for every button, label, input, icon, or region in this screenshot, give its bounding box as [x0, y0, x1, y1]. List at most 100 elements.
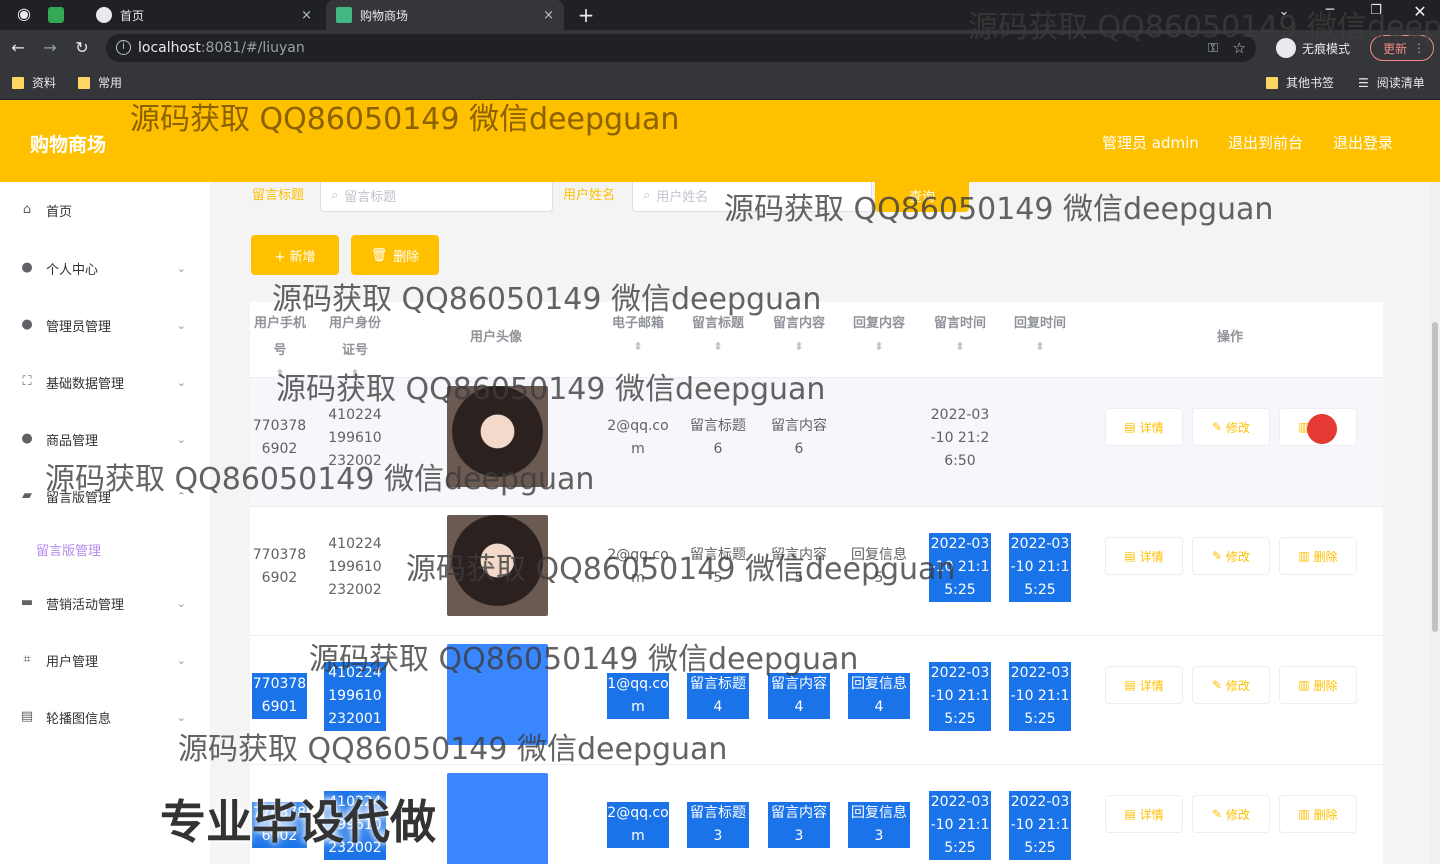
- new-tab-button[interactable]: +: [576, 3, 596, 27]
- grid-icon: ⛶: [22, 374, 32, 389]
- chevron-down-icon: ⌄: [176, 318, 186, 332]
- cell-email: 2@qq.com: [607, 418, 669, 457]
- edit-button[interactable]: ✎ 修改: [1192, 537, 1270, 575]
- edit-button[interactable]: ✎ 修改: [1192, 666, 1270, 704]
- column-header-avatar[interactable]: 用户头像: [446, 324, 546, 351]
- watermark-big-text: 专业毕设代做: [160, 795, 436, 849]
- site-info-icon[interactable]: i: [116, 40, 131, 55]
- header-label: 留言时间: [933, 316, 986, 331]
- header-label: 用户手机号: [253, 316, 306, 358]
- sidebar-item-label: 首页: [46, 204, 73, 220]
- bookmark-label: 常用: [98, 76, 123, 90]
- home-icon: ⌂: [22, 202, 32, 217]
- folder-icon: [1266, 76, 1278, 89]
- detail-button[interactable]: ▤ 详情: [1105, 537, 1183, 575]
- cell-email: 2@qq.com: [607, 802, 669, 848]
- other-bookmarks[interactable]: 其他书签: [1266, 74, 1334, 91]
- watermark-text: 源码获取 QQ86050149 微信deepguan: [130, 102, 680, 137]
- tab-favicon-icon: [96, 7, 112, 23]
- sidebar-item-label: 商品管理: [46, 433, 99, 449]
- column-header-operations: 操作: [1190, 324, 1270, 351]
- back-to-front-link[interactable]: 退出到前台: [1228, 132, 1303, 153]
- batch-delete-button[interactable]: 🗑 删除: [351, 235, 439, 275]
- edit-button[interactable]: ✎ 修改: [1192, 408, 1270, 446]
- tab-shop[interactable]: 购物商场 ×: [326, 0, 564, 30]
- bookmark-folder[interactable]: 资料: [12, 74, 56, 91]
- chevron-down-icon: ⌄: [176, 261, 186, 275]
- reading-list-icon: ☰: [1358, 75, 1369, 90]
- chevron-down-icon: ⌄: [176, 653, 186, 667]
- chevron-down-icon: ⌄: [176, 710, 186, 724]
- delete-label: 删除: [1313, 678, 1338, 693]
- delete-button[interactable]: ▥ 删除: [1279, 795, 1357, 833]
- search-input-title[interactable]: ⌕ 留言标题: [320, 182, 553, 212]
- watermark-text: 源码获取 QQ86050149 微信deepguan: [178, 732, 728, 767]
- add-button[interactable]: + 新增: [251, 235, 339, 275]
- header-label: 留言标题: [691, 316, 744, 331]
- trash-icon: 🗑: [370, 247, 388, 263]
- cell-phone: 7703786902: [252, 547, 307, 586]
- sidebar-item-admins[interactable]: ● 管理员管理 ⌄: [20, 313, 190, 337]
- header-label: 电子邮箱: [611, 316, 664, 331]
- chevron-down-icon: ⌄: [176, 375, 186, 389]
- forward-icon[interactable]: →: [40, 38, 60, 57]
- sidebar-item-users[interactable]: ⌗ 用户管理 ⌄: [20, 648, 190, 672]
- sort-icon[interactable]: ⬍: [929, 337, 991, 357]
- delete-label: 删除: [1313, 807, 1338, 822]
- cell-time: 2022-03-10 21:15:25: [929, 662, 991, 731]
- sidebar-item-profile[interactable]: ● 个人中心 ⌄: [20, 256, 190, 280]
- reload-icon[interactable]: ↻: [72, 38, 92, 57]
- bookmark-label: 其他书签: [1286, 76, 1335, 90]
- sidebar-item-label: 用户管理: [46, 654, 99, 670]
- header-label: 回复时间: [1013, 316, 1066, 331]
- tab-title: 首页: [120, 8, 145, 23]
- chevron-down-icon: ⌄: [176, 432, 186, 446]
- column-header-reply[interactable]: 回复内容 ⬍: [848, 310, 910, 357]
- cell-email: 1@qq.com: [607, 673, 669, 719]
- cell-reply-time: 2022-03-10 21:15:25: [1009, 791, 1071, 860]
- sort-icon[interactable]: ⬍: [848, 337, 910, 357]
- detail-button[interactable]: ▤ 详情: [1105, 408, 1183, 446]
- watermark-text: 源码获取 QQ86050149 微信deepguan: [45, 462, 595, 497]
- cell-title: 留言标题6: [690, 418, 746, 457]
- logout-link[interactable]: 退出登录: [1333, 132, 1393, 153]
- sidebar-item-products[interactable]: ● 商品管理 ⌄: [20, 427, 190, 451]
- folder-icon: [12, 76, 24, 89]
- sidebar-item-label: 个人中心: [46, 262, 99, 278]
- pinned-tab-favicon-icon: [48, 7, 64, 23]
- column-header-reply-time[interactable]: 回复时间 ⬍: [1009, 310, 1071, 357]
- sidebar-item-home[interactable]: ⌂ 首页: [20, 198, 190, 222]
- reading-list[interactable]: ☰ 阅读清单: [1358, 74, 1425, 91]
- tab-home[interactable]: 首页 ×: [86, 0, 322, 30]
- cell-time: 2022-03-10 21:26:50: [930, 407, 990, 469]
- pencil-icon: ✎: [1212, 678, 1226, 692]
- delete-button[interactable]: ▥ 删除: [1279, 666, 1357, 704]
- page-scrollbar[interactable]: [1430, 182, 1440, 864]
- detail-button[interactable]: ▤ 详情: [1105, 795, 1183, 833]
- sidebar-item-base-data[interactable]: ⛶ 基础数据管理 ⌄: [20, 370, 190, 394]
- cell-reply-time: 2022-03-10 21:15:25: [1009, 662, 1071, 731]
- back-icon[interactable]: ←: [8, 38, 28, 57]
- sort-icon[interactable]: ⬍: [1009, 337, 1071, 357]
- tab-close-icon[interactable]: ×: [543, 8, 554, 23]
- edit-label: 修改: [1225, 678, 1250, 693]
- sort-icon[interactable]: ⬍: [768, 337, 830, 357]
- detail-button[interactable]: ▤ 详情: [1105, 666, 1183, 704]
- sidebar-subitem-messages[interactable]: 留言版管理: [36, 540, 101, 559]
- sort-icon[interactable]: ⬍: [687, 337, 749, 357]
- cell-phone: 7703786901: [252, 673, 307, 719]
- header-label: 用户头像: [469, 330, 522, 345]
- bookmark-folder[interactable]: 常用: [78, 74, 122, 91]
- column-header-time[interactable]: 留言时间 ⬍: [929, 310, 991, 357]
- edit-button[interactable]: ✎ 修改: [1192, 795, 1270, 833]
- sidebar-item-carousel[interactable]: ▤ 轮播图信息 ⌄: [20, 705, 190, 729]
- cell-reply: 回复信息3: [848, 802, 910, 848]
- cell-title: 留言标题3: [687, 802, 749, 848]
- tab-close-icon[interactable]: ×: [301, 8, 312, 23]
- pinned-tab[interactable]: [48, 0, 64, 30]
- sidebar-item-marketing[interactable]: ▬ 营销活动管理 ⌄: [20, 591, 190, 615]
- delete-button[interactable]: ▥ 删除: [1279, 537, 1357, 575]
- crop-icon: ⌗: [23, 652, 31, 667]
- sort-icon[interactable]: ⬍: [607, 337, 669, 357]
- scroll-thumb[interactable]: [1432, 322, 1438, 632]
